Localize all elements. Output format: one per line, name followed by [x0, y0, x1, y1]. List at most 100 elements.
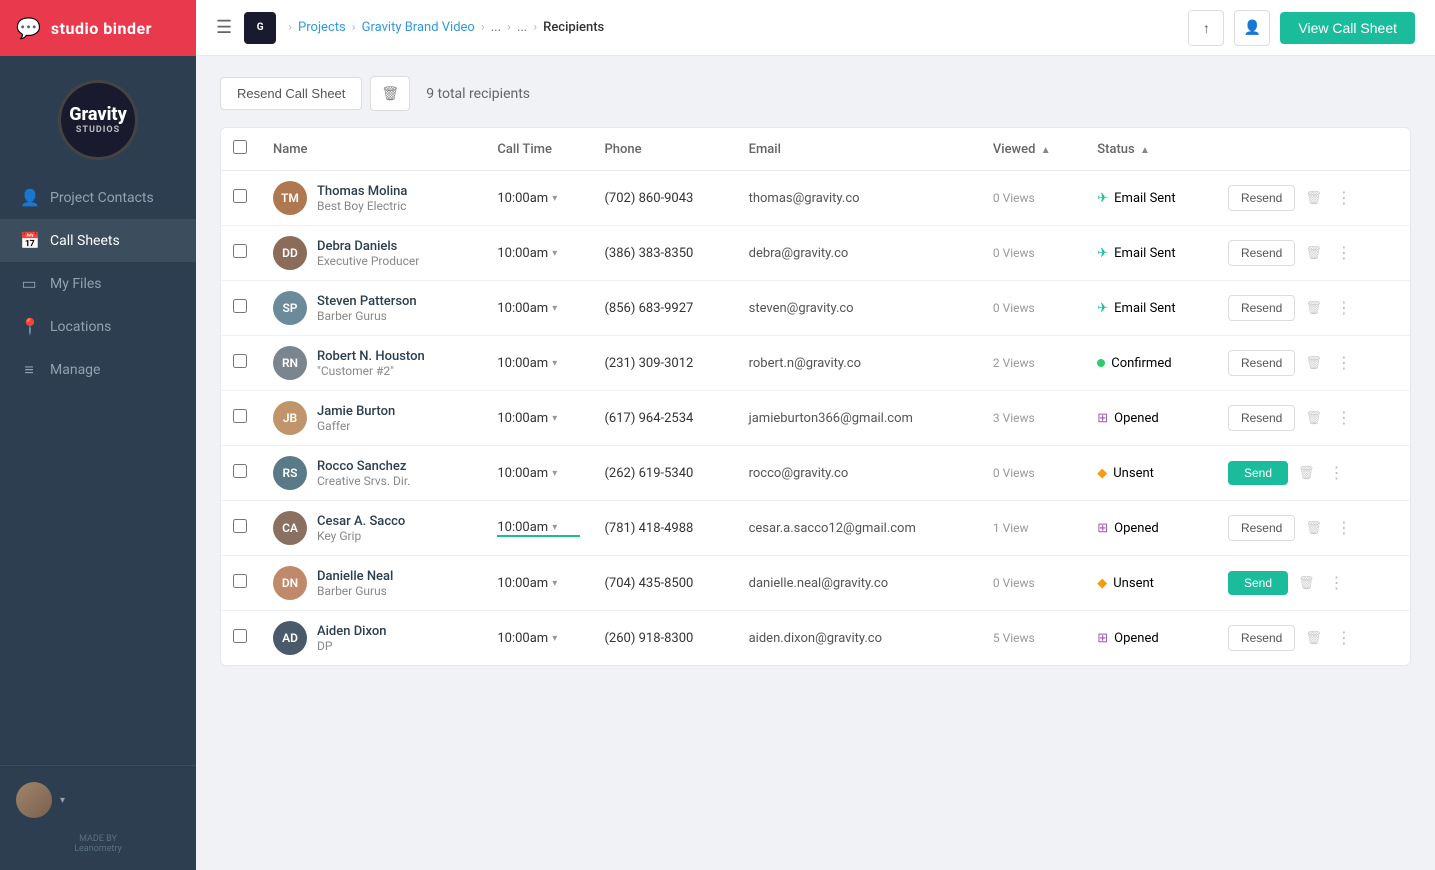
export-button[interactable]: ↑ — [1188, 10, 1224, 46]
view-call-sheet-button[interactable]: View Call Sheet — [1280, 12, 1415, 44]
row-email-2: debra@gravity.co — [749, 246, 849, 261]
breadcrumb: › Projects › Gravity Brand Video › ... ›… — [288, 20, 1176, 35]
row-role-7: Key Grip — [317, 529, 405, 543]
resend-button-4[interactable]: Resend — [1228, 350, 1295, 376]
row-views-3: 0 Views — [993, 301, 1035, 315]
breadcrumb-projects[interactable]: Projects — [298, 20, 346, 35]
row-name-9: Aiden Dixon — [317, 624, 386, 639]
header-checkbox-col — [221, 128, 261, 171]
row-role-1: Best Boy Electric — [317, 199, 407, 213]
row-checkbox-7[interactable] — [233, 519, 247, 533]
row-email-cell: danielle.neal@gravity.co — [737, 556, 981, 611]
resend-button-9[interactable]: Resend — [1228, 625, 1295, 651]
resend-call-sheet-button[interactable]: Resend Call Sheet — [220, 77, 362, 110]
row-status-cell: ✈Email Sent — [1085, 226, 1216, 281]
sidebar-item-call-sheets[interactable]: 📅 Call Sheets — [0, 219, 196, 262]
breadcrumb-project[interactable]: Gravity Brand Video — [362, 20, 475, 35]
row-delete-button-7[interactable]: 🗑 — [1301, 516, 1326, 540]
row-role-2: Executive Producer — [317, 254, 419, 268]
resend-button-5[interactable]: Resend — [1228, 405, 1295, 431]
row-time-8[interactable]: 10:00am▾ — [497, 576, 580, 591]
row-phone-9: (260) 918-8300 — [604, 631, 693, 646]
row-more-button-2[interactable]: ⋮ — [1332, 239, 1356, 267]
topbar-actions: ↑ 👤 View Call Sheet — [1188, 10, 1415, 46]
row-checkbox-cell — [221, 281, 261, 336]
row-more-button-9[interactable]: ⋮ — [1332, 624, 1356, 652]
share-button[interactable]: 👤 — [1234, 10, 1270, 46]
row-more-button-3[interactable]: ⋮ — [1332, 294, 1356, 322]
row-call-time-cell: 10:00am▾ — [485, 556, 592, 611]
row-checkbox-3[interactable] — [233, 299, 247, 313]
send-button-6[interactable]: Send — [1228, 461, 1288, 485]
row-delete-button-1[interactable]: 🗑 — [1301, 186, 1326, 210]
row-time-9[interactable]: 10:00am▾ — [497, 631, 580, 646]
resend-button-1[interactable]: Resend — [1228, 185, 1295, 211]
row-checkbox-cell — [221, 336, 261, 391]
row-avatar-8: DN — [273, 566, 307, 600]
row-more-button-1[interactable]: ⋮ — [1332, 184, 1356, 212]
row-checkbox-6[interactable] — [233, 464, 247, 478]
row-more-button-5[interactable]: ⋮ — [1332, 404, 1356, 432]
row-actions-cell: Resend 🗑 ⋮ — [1216, 336, 1410, 391]
send-button-8[interactable]: Send — [1228, 571, 1288, 595]
sidebar: 💬 studio binder Gravity STUDIOS 👤 Projec… — [0, 0, 196, 870]
row-time-7[interactable]: 10:00am▾ — [497, 520, 580, 537]
row-delete-button-9[interactable]: 🗑 — [1301, 626, 1326, 650]
user-footer[interactable]: ▾ — [0, 765, 196, 834]
time-dropdown-icon: ▾ — [552, 413, 557, 424]
row-delete-button-6[interactable]: 🗑 — [1294, 461, 1319, 485]
row-checkbox-cell — [221, 501, 261, 556]
row-email-9: aiden.dixon@gravity.co — [749, 631, 882, 646]
row-checkbox-4[interactable] — [233, 354, 247, 368]
sidebar-item-locations[interactable]: 📍 Locations — [0, 305, 196, 348]
row-phone-cell: (262) 619-5340 — [592, 446, 736, 501]
row-more-button-7[interactable]: ⋮ — [1332, 514, 1356, 542]
header-email: Email — [737, 128, 981, 171]
row-more-button-4[interactable]: ⋮ — [1332, 349, 1356, 377]
row-name-8: Danielle Neal — [317, 569, 393, 584]
row-delete-button-5[interactable]: 🗑 — [1301, 406, 1326, 430]
row-checkbox-8[interactable] — [233, 574, 247, 588]
recipients-table: Name Call Time Phone Email Viewed ▲ Stat… — [221, 128, 1410, 665]
row-time-2[interactable]: 10:00am▾ — [497, 246, 580, 261]
row-checkbox-1[interactable] — [233, 189, 247, 203]
select-all-checkbox[interactable] — [233, 140, 247, 154]
row-time-6[interactable]: 10:00am▾ — [497, 466, 580, 481]
row-email-3: steven@gravity.co — [749, 301, 854, 316]
row-email-4: robert.n@gravity.co — [749, 356, 861, 371]
header-phone: Phone — [592, 128, 736, 171]
delete-button[interactable]: 🗑 — [370, 76, 410, 111]
row-email-cell: steven@gravity.co — [737, 281, 981, 336]
content-area: Resend Call Sheet 🗑 9 total recipients N… — [196, 56, 1435, 870]
row-checkbox-2[interactable] — [233, 244, 247, 258]
time-dropdown-icon: ▾ — [552, 522, 557, 533]
row-time-3[interactable]: 10:00am▾ — [497, 301, 580, 316]
row-checkbox-9[interactable] — [233, 629, 247, 643]
row-delete-button-3[interactable]: 🗑 — [1301, 296, 1326, 320]
sidebar-item-my-files[interactable]: ▭ My Files — [0, 262, 196, 305]
resend-button-3[interactable]: Resend — [1228, 295, 1295, 321]
resend-button-7[interactable]: Resend — [1228, 515, 1295, 541]
row-actions-cell: Resend 🗑 ⋮ — [1216, 391, 1410, 446]
row-delete-button-2[interactable]: 🗑 — [1301, 241, 1326, 265]
sidebar-item-manage[interactable]: ≡ Manage — [0, 348, 196, 392]
export-icon: ↑ — [1203, 20, 1210, 36]
row-time-1[interactable]: 10:00am▾ — [497, 191, 580, 206]
row-delete-button-4[interactable]: 🗑 — [1301, 351, 1326, 375]
row-time-5[interactable]: 10:00am▾ — [497, 411, 580, 426]
row-checkbox-5[interactable] — [233, 409, 247, 423]
row-phone-4: (231) 309-3012 — [604, 356, 693, 371]
row-person-cell: CA Cesar A. Sacco Key Grip — [261, 501, 485, 556]
resend-button-2[interactable]: Resend — [1228, 240, 1295, 266]
location-icon: 📍 — [20, 317, 38, 336]
row-time-4[interactable]: 10:00am▾ — [497, 356, 580, 371]
hamburger-icon[interactable]: ☰ — [216, 17, 232, 38]
row-more-button-8[interactable]: ⋮ — [1325, 569, 1349, 597]
row-views-cell: 3 Views — [981, 391, 1085, 446]
row-status-cell: ✈Email Sent — [1085, 171, 1216, 226]
row-name-1: Thomas Molina — [317, 184, 407, 199]
row-more-button-6[interactable]: ⋮ — [1325, 459, 1349, 487]
row-delete-button-8[interactable]: 🗑 — [1294, 571, 1319, 595]
time-dropdown-icon: ▾ — [552, 633, 557, 644]
sidebar-item-project-contacts[interactable]: 👤 Project Contacts — [0, 176, 196, 219]
